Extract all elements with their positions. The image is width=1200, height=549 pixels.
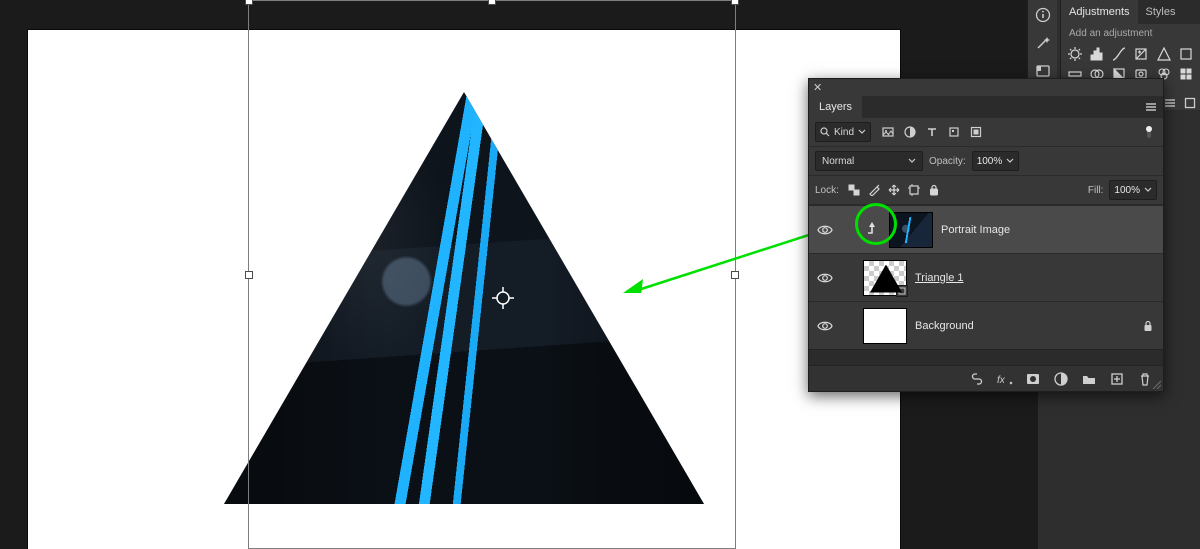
filter-adjustment-icon[interactable] — [903, 125, 917, 139]
tab-layers[interactable]: Layers — [809, 96, 862, 118]
transform-handle[interactable] — [731, 0, 739, 5]
layers-panel-footer: fx — [809, 365, 1163, 391]
info-icon[interactable] — [1031, 4, 1055, 26]
panel-menu-icon[interactable] — [1139, 96, 1163, 118]
layer-row-portrait[interactable]: Portrait Image — [809, 205, 1163, 253]
new-layer-icon[interactable] — [1109, 371, 1125, 387]
more-adjustment-icon[interactable] — [1176, 45, 1196, 63]
layer-name-label[interactable]: Portrait Image — [941, 224, 1010, 236]
vibrance-icon[interactable] — [1154, 45, 1174, 63]
fill-value: 100% — [1114, 185, 1140, 196]
layer-row-triangle[interactable]: Triangle 1 — [809, 253, 1163, 301]
brightness-contrast-icon[interactable] — [1065, 45, 1085, 63]
layer-filter-kind-dropdown[interactable]: Kind — [815, 122, 871, 142]
clipping-mask-arrow-icon — [863, 214, 881, 246]
transform-handle[interactable] — [488, 0, 496, 5]
clipped-portrait-triangle — [224, 92, 704, 504]
document-canvas[interactable] — [28, 30, 900, 549]
blend-mode-dropdown[interactable]: Normal — [815, 151, 923, 171]
levels-icon[interactable] — [1087, 45, 1107, 63]
layer-filter-kind-label: Kind — [834, 127, 854, 138]
layer-thumbnail[interactable] — [889, 212, 933, 248]
lock-transparency-icon[interactable] — [847, 183, 861, 197]
layer-thumbnail[interactable] — [863, 260, 907, 296]
transform-handle[interactable] — [245, 0, 253, 5]
chevron-down-icon — [908, 157, 916, 165]
fill-input[interactable]: 100% — [1109, 180, 1157, 200]
chevron-down-icon — [1006, 157, 1014, 165]
layer-name-label[interactable]: Background — [915, 320, 974, 332]
layer-name-label[interactable]: Triangle 1 — [915, 272, 964, 284]
filter-smart-icon[interactable] — [969, 125, 983, 139]
new-adjustment-layer-icon[interactable] — [1053, 371, 1069, 387]
add-mask-icon[interactable] — [1025, 371, 1041, 387]
opacity-value: 100% — [977, 156, 1003, 167]
link-layers-icon[interactable] — [969, 371, 985, 387]
visibility-eye-icon[interactable] — [817, 318, 833, 334]
layer-thumbnail[interactable] — [863, 308, 907, 344]
filter-type-icon[interactable] — [925, 125, 939, 139]
lock-icon — [1141, 319, 1155, 333]
filter-pixel-icon[interactable] — [881, 125, 895, 139]
layer-fx-icon[interactable]: fx — [997, 371, 1013, 387]
svg-text:fx: fx — [997, 375, 1006, 386]
lock-label: Lock: — [815, 185, 839, 196]
new-group-icon[interactable] — [1081, 371, 1097, 387]
filter-toggle-switch[interactable] — [1143, 124, 1157, 140]
opacity-input[interactable]: 100% — [972, 151, 1020, 171]
lock-all-icon[interactable] — [927, 183, 941, 197]
chevron-down-icon — [858, 128, 866, 136]
fill-label: Fill: — [1088, 185, 1104, 196]
filter-shape-icon[interactable] — [947, 125, 961, 139]
shape-badge-icon — [896, 285, 908, 297]
adjustments-hint-label: Add an adjustment — [1061, 24, 1200, 43]
lock-position-icon[interactable] — [887, 183, 901, 197]
opacity-label: Opacity: — [929, 156, 966, 167]
color-lookup-icon[interactable] — [1176, 65, 1196, 83]
tab-adjustments[interactable]: Adjustments — [1061, 0, 1138, 24]
layer-list: Portrait Image Triangle 1 Background — [809, 205, 1163, 349]
panel-list-icon[interactable] — [1162, 96, 1178, 110]
visibility-eye-icon[interactable] — [817, 222, 833, 238]
panel-resize-grip-icon[interactable] — [1151, 379, 1161, 389]
layers-panel[interactable]: ✕ Layers Kind Normal Opacity: — [808, 78, 1164, 392]
curves-icon[interactable] — [1109, 45, 1129, 63]
lock-pixels-icon[interactable] — [867, 183, 881, 197]
tab-styles[interactable]: Styles — [1138, 0, 1184, 24]
panel-square-icon[interactable] — [1182, 96, 1198, 110]
chevron-down-icon — [1144, 186, 1152, 194]
blend-mode-value: Normal — [822, 156, 854, 167]
wand-icon[interactable] — [1031, 32, 1055, 54]
visibility-eye-icon[interactable] — [817, 270, 833, 286]
layer-list-empty-area[interactable] — [809, 349, 1163, 365]
panel-close-icon[interactable]: ✕ — [809, 79, 1163, 96]
exposure-icon[interactable] — [1131, 45, 1151, 63]
lock-artboard-icon[interactable] — [907, 183, 921, 197]
layer-row-background[interactable]: Background — [809, 301, 1163, 349]
